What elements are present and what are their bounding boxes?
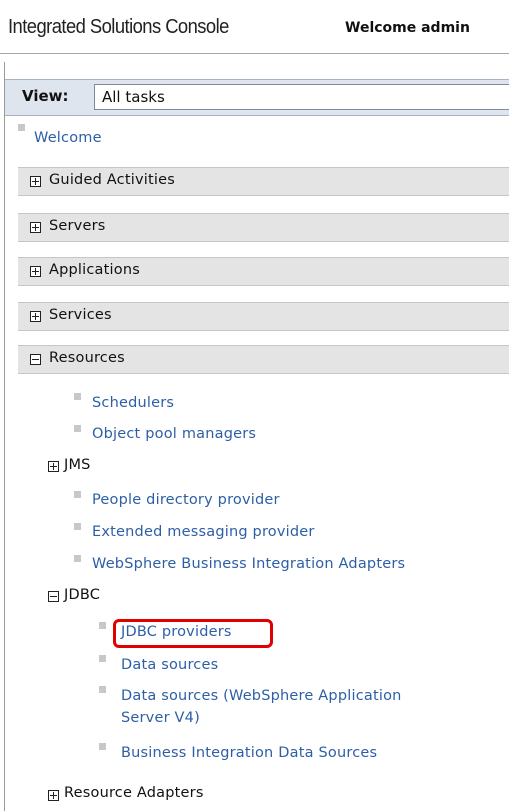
minus-box-icon[interactable] <box>48 591 59 602</box>
section-label: Applications <box>49 262 140 278</box>
banner-divider <box>0 53 509 54</box>
nav-link-data-sources-v4[interactable]: Data sources (WebSphere Application <box>121 688 402 704</box>
plus-box-icon[interactable] <box>48 790 59 801</box>
nav-group-jms[interactable]: JMS <box>64 457 91 473</box>
square-bullet-icon <box>99 622 106 629</box>
nav-link-object-pool-managers[interactable]: Object pool managers <box>92 426 256 442</box>
nav-link-welcome[interactable]: Welcome <box>34 130 102 146</box>
view-filter-bar: View: All tasks <box>5 79 509 116</box>
nav-group-resource-adapters[interactable]: Resource Adapters <box>64 785 204 801</box>
view-select[interactable]: All tasks <box>94 84 509 110</box>
square-bullet-icon <box>74 425 81 432</box>
nav-link-data-sources[interactable]: Data sources <box>121 657 218 673</box>
square-bullet-icon <box>74 523 81 530</box>
square-bullet-icon <box>74 555 81 562</box>
square-bullet-icon <box>74 393 81 400</box>
nav-group-jdbc[interactable]: JDBC <box>64 587 100 603</box>
square-bullet-icon <box>99 686 106 693</box>
welcome-user-text: Welcome admin <box>345 20 470 36</box>
view-label: View: <box>22 87 69 105</box>
plus-box-icon[interactable] <box>30 176 41 187</box>
square-bullet-icon <box>99 655 106 662</box>
section-label: Services <box>49 307 112 323</box>
nav-section-guided-activities[interactable]: Guided Activities <box>18 167 509 196</box>
header-banner: Integrated Solutions Console Welcome adm… <box>0 0 509 48</box>
plus-box-icon[interactable] <box>48 461 59 472</box>
nav-link-websphere-bia[interactable]: WebSphere Business Integration Adapters <box>92 556 405 572</box>
nav-section-servers[interactable]: Servers <box>18 213 509 242</box>
nav-link-data-sources-v4-cont[interactable]: Server V4) <box>121 710 200 726</box>
section-label: Resources <box>49 350 125 366</box>
console-window: Integrated Solutions Console Welcome adm… <box>0 0 509 811</box>
minus-box-icon[interactable] <box>30 354 41 365</box>
nav-link-extended-messaging-provider[interactable]: Extended messaging provider <box>92 524 315 540</box>
plus-box-icon[interactable] <box>30 311 41 322</box>
square-bullet-icon <box>74 491 81 498</box>
console-title: Integrated Solutions Console <box>8 16 229 38</box>
nav-frame-border <box>4 62 5 811</box>
highlight-annotation <box>113 619 273 648</box>
nav-section-applications[interactable]: Applications <box>18 257 509 286</box>
plus-box-icon[interactable] <box>30 222 41 233</box>
plus-box-icon[interactable] <box>30 266 41 277</box>
square-bullet-icon <box>99 743 106 750</box>
nav-link-schedulers[interactable]: Schedulers <box>92 395 174 411</box>
nav-section-services[interactable]: Services <box>18 302 509 331</box>
section-label: Guided Activities <box>49 172 175 188</box>
nav-link-bi-data-sources[interactable]: Business Integration Data Sources <box>121 745 377 761</box>
square-bullet-icon <box>18 124 25 131</box>
nav-link-people-directory-provider[interactable]: People directory provider <box>92 492 280 508</box>
section-label: Servers <box>49 218 106 234</box>
nav-section-resources[interactable]: Resources <box>18 345 509 374</box>
